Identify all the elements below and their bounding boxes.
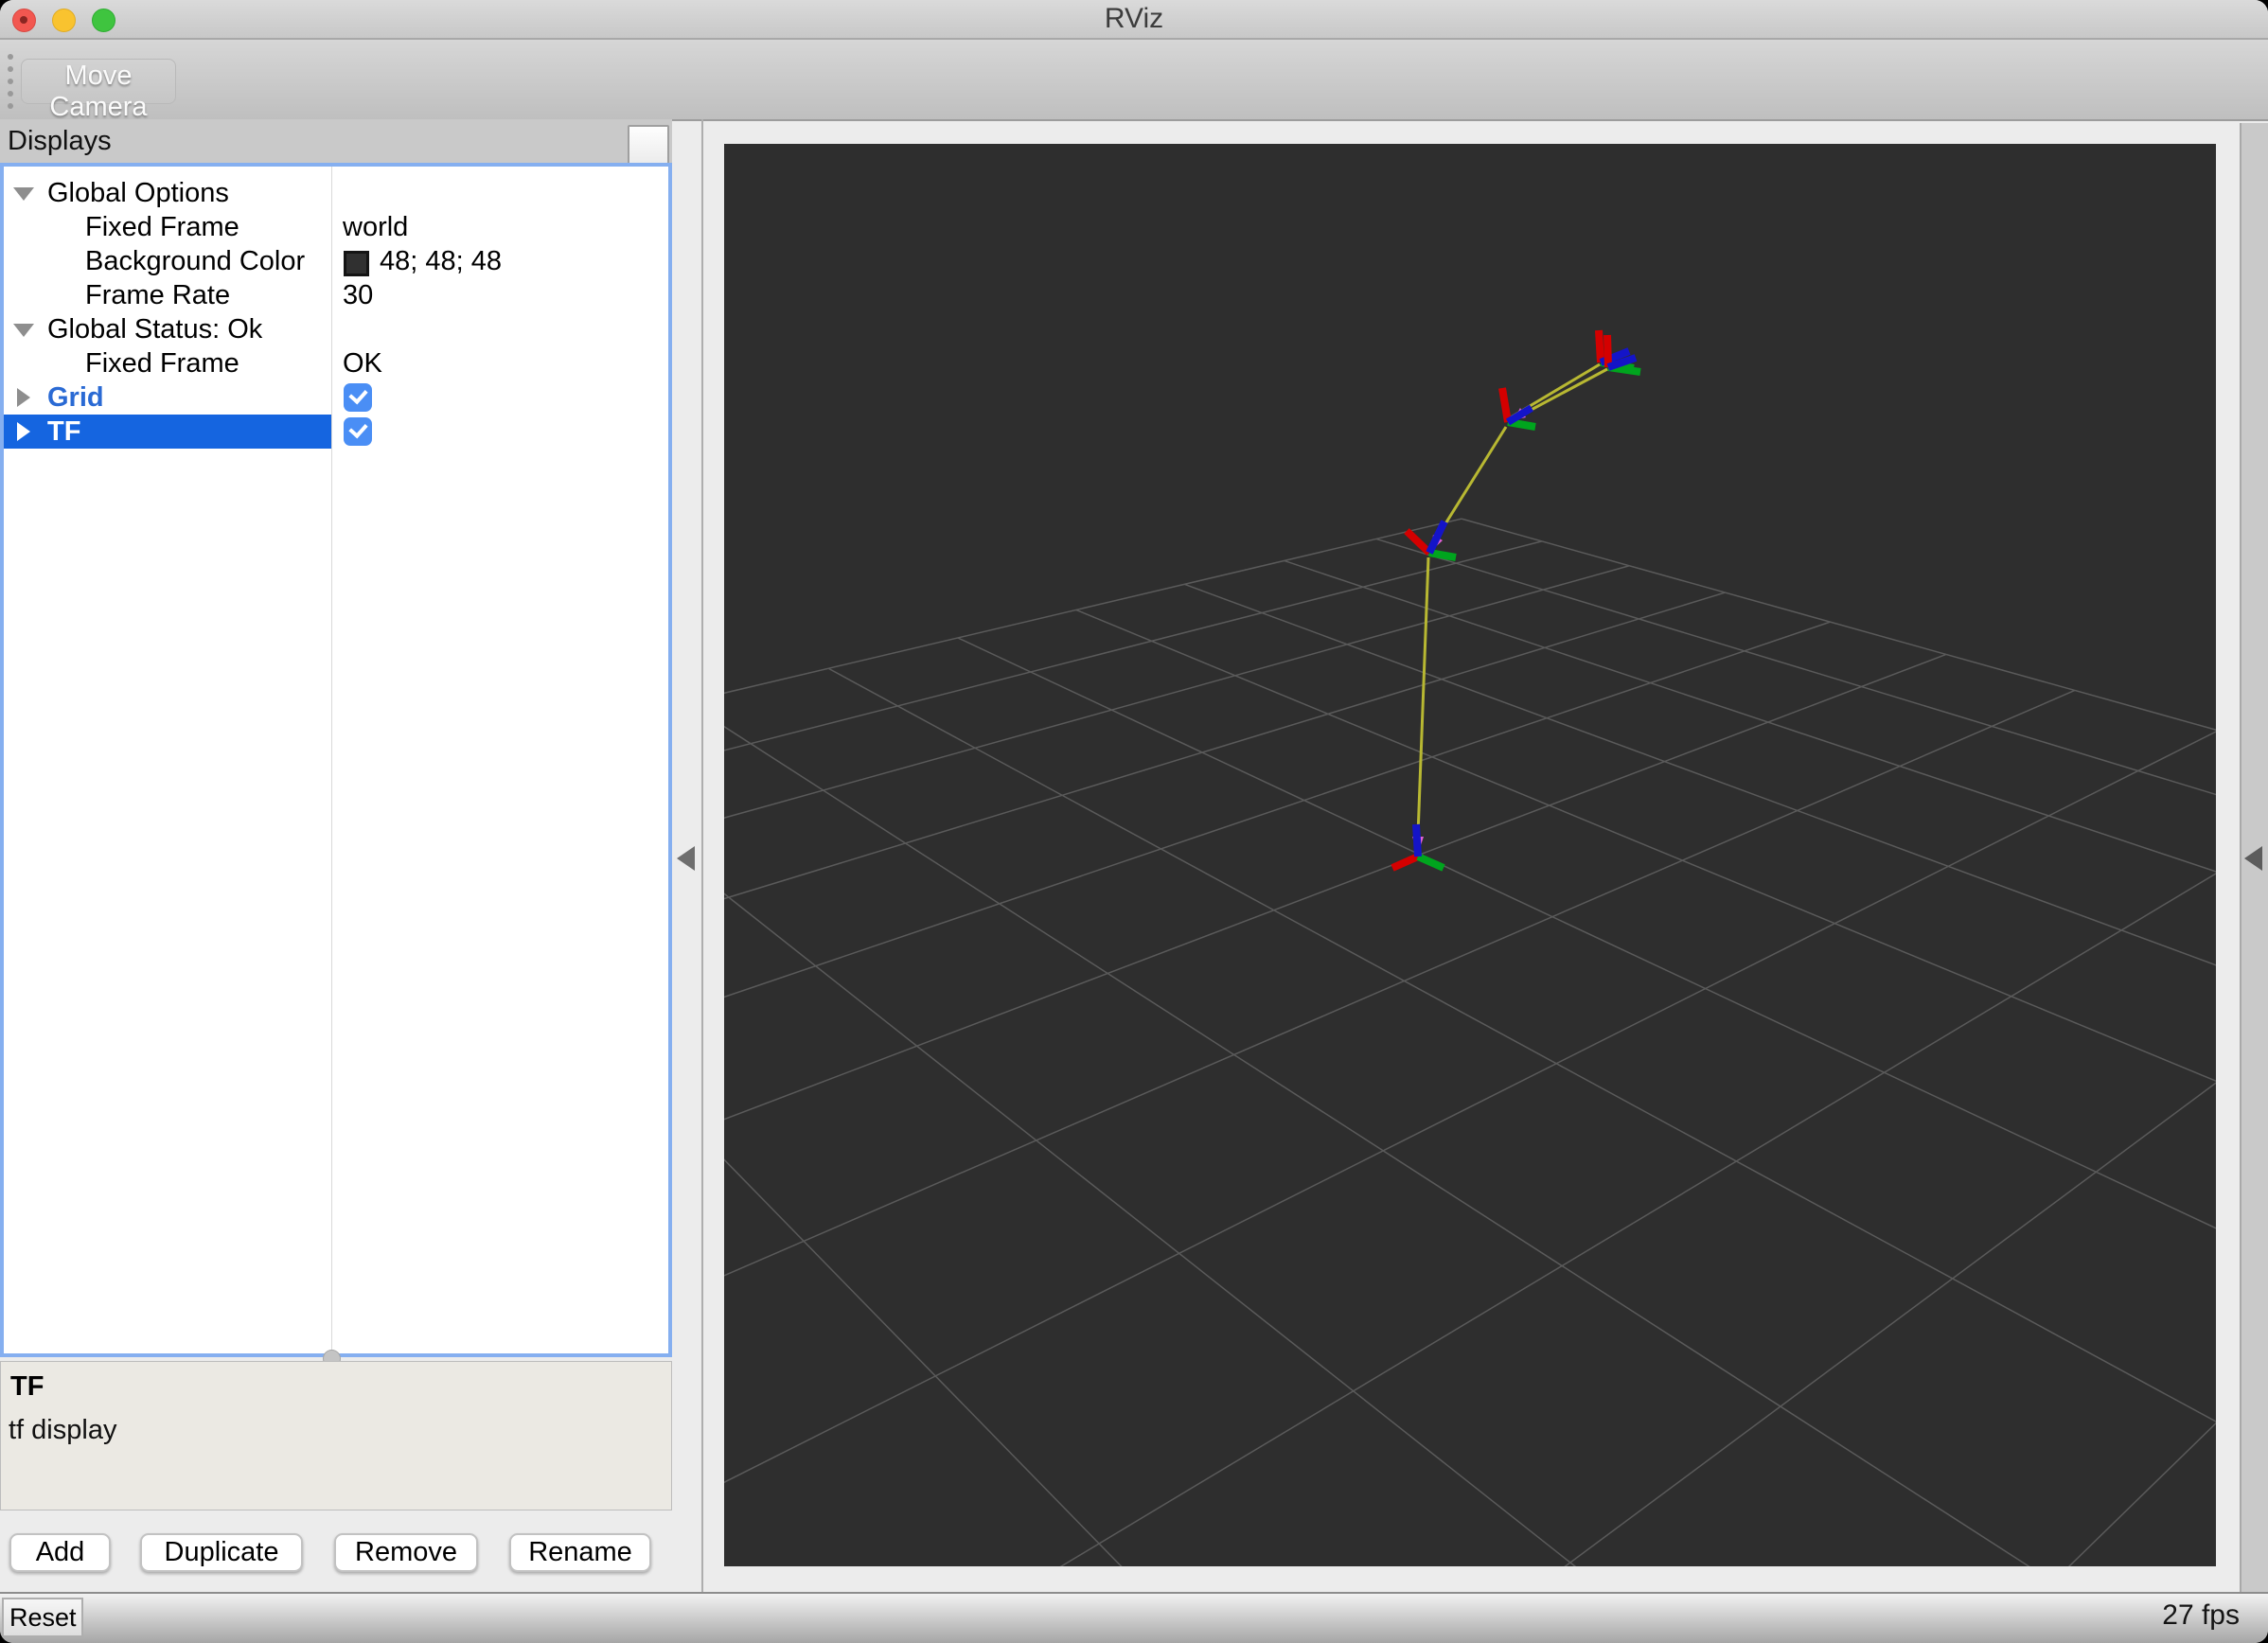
rviz-window: RViz Move Camera Displays Global Options…	[0, 0, 2268, 1643]
tree-row-label: Fixed Frame	[85, 348, 239, 379]
expander-down-icon[interactable]	[13, 176, 38, 210]
property-value[interactable]: OK	[343, 346, 382, 380]
panel-collapse-button[interactable]	[628, 125, 669, 165]
grid-line	[957, 637, 2268, 1254]
grid-line	[827, 667, 2218, 1423]
triangle-icon	[13, 324, 34, 337]
tree-row-background-color[interactable]: Background Color 48; 48; 48	[4, 244, 668, 278]
toolbar-drag-handle-icon[interactable]	[8, 54, 15, 109]
displays-panel-title: Displays	[8, 126, 112, 156]
tree-row-tf[interactable]: TF	[4, 415, 668, 449]
enabled-checkbox[interactable]	[344, 383, 372, 412]
tree-row-label: Global Status: Ok	[47, 314, 263, 344]
add-display-button[interactable]: Add	[9, 1533, 111, 1572]
titlebar: RViz	[0, 0, 2268, 40]
collapse-left-panel-icon[interactable]	[677, 846, 695, 871]
displays-button-row: Add Duplicate Remove Rename	[0, 1533, 672, 1573]
tree-row-frame-rate[interactable]: Frame Rate 30	[4, 278, 668, 312]
tree-row-global-status-ok[interactable]: Global Status: Ok	[4, 312, 668, 346]
remove-display-button[interactable]: Remove	[334, 1533, 478, 1572]
grid-line	[1989, 1371, 2268, 1643]
panel-splitter-line[interactable]	[701, 119, 703, 1592]
grid-line	[158, 518, 1462, 828]
enabled-checkbox[interactable]	[344, 417, 372, 446]
move-camera-tool-button[interactable]: Move Camera	[21, 59, 176, 122]
description-text: tf display	[9, 1415, 117, 1445]
tree-row-label: Frame Rate	[85, 280, 231, 310]
expander-down-icon[interactable]	[13, 312, 38, 346]
tree-row-label: Grid	[47, 382, 104, 413]
tree-row-label: Global Options	[47, 178, 229, 208]
tf-y-axis-base	[1416, 853, 1445, 872]
tf-x-axis-wrist_a	[1595, 329, 1604, 363]
grid-line	[1184, 583, 2268, 985]
grid-line	[360, 621, 1831, 1122]
reset-button[interactable]: Reset	[2, 1598, 83, 1637]
grid-line	[244, 565, 1630, 953]
grid-line	[931, 841, 2268, 1643]
grid-line	[1461, 1043, 2268, 1643]
collapse-right-panel-icon[interactable]	[2244, 846, 2262, 871]
display-description-box: TF tf display	[0, 1361, 672, 1510]
property-value[interactable]: 30	[343, 278, 373, 312]
displays-panel-header: Displays	[0, 119, 672, 165]
tree-row-global-options[interactable]: Global Options	[4, 176, 668, 210]
tf-x-axis-link2	[1498, 387, 1512, 423]
tf-x-axis-wrist_b	[1604, 334, 1612, 368]
fps-counter: 27 fps	[2162, 1599, 2240, 1631]
statusbar: Reset 27 fps	[0, 1592, 2268, 1643]
tree-row-grid[interactable]: Grid	[4, 380, 668, 415]
grid-line	[1461, 518, 2268, 746]
grid-line	[525, 689, 2076, 1363]
tree-row-label: Fixed Frame	[85, 212, 239, 242]
tf-x-axis-base	[1391, 853, 1420, 872]
tf-scene	[158, 329, 2268, 1643]
grid-line	[1375, 538, 2268, 812]
description-title: TF	[10, 1371, 44, 1402]
rename-display-button[interactable]: Rename	[509, 1533, 651, 1572]
tree-row-fixed-frame[interactable]: Fixed Frame world	[4, 210, 668, 244]
expander-right-icon[interactable]	[13, 380, 38, 415]
property-value[interactable]: world	[343, 210, 408, 244]
tree-row-label: Background Color	[85, 246, 306, 276]
toolbar: Move Camera	[0, 40, 2268, 122]
grid-line	[638, 730, 2219, 1527]
grid-line	[434, 653, 1947, 1230]
grid-line	[528, 738, 1674, 1643]
triangle-icon	[13, 187, 34, 201]
window-title: RViz	[1104, 3, 1164, 34]
grid-line	[353, 780, 1197, 1643]
triangle-icon	[17, 388, 30, 407]
tree-row-fixed-frame[interactable]: Fixed Frame OK	[4, 346, 668, 380]
tree-row-label: TF	[47, 416, 81, 447]
grid-line	[1284, 559, 2268, 891]
tf-link-line	[1416, 556, 1430, 836]
property-value[interactable]: 48; 48; 48	[380, 244, 502, 278]
tf-z-axis-base	[1412, 823, 1422, 857]
grid-line	[158, 826, 721, 1643]
displays-tree: Global Options Fixed Frame world Background…	[0, 163, 672, 1357]
expander-right-icon[interactable]	[13, 415, 38, 449]
3d-viewport[interactable]	[158, 144, 2268, 1643]
tf-y-axis-link1	[1428, 549, 1457, 561]
triangle-icon	[17, 422, 30, 441]
duplicate-display-button[interactable]: Duplicate	[140, 1533, 303, 1572]
color-swatch[interactable]	[344, 251, 369, 276]
